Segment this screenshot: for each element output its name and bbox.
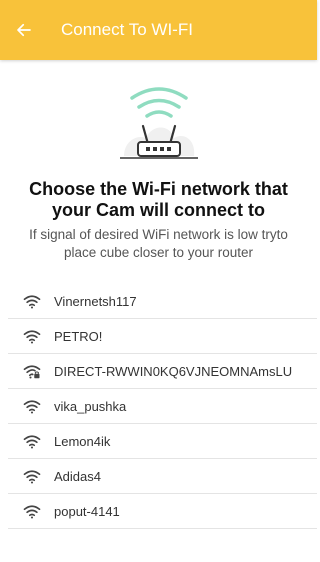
network-ssid: Lemon4ik: [54, 434, 111, 449]
network-item-petro[interactable]: PETRO!: [8, 319, 317, 354]
wifi-icon: [23, 295, 41, 309]
wifi-icon: [23, 400, 41, 414]
network-ssid: Adidas4: [54, 469, 101, 484]
network-item-vika-pushka[interactable]: vika_pushka: [8, 389, 317, 424]
network-item-vinernetsh117[interactable]: Vinernetsh117: [8, 284, 317, 319]
network-list: Vinernetsh117 PETRO! DIRECT-RWWIN0KQ6VJN…: [8, 284, 317, 529]
heading: Choose the Wi-Fi network that your Cam w…: [29, 179, 288, 220]
network-ssid: poput-4141: [54, 504, 120, 519]
network-ssid: Vinernetsh117: [54, 294, 137, 309]
network-item-direct[interactable]: DIRECT-RWWIN0KQ6VJNEOMNAmsLU: [8, 354, 317, 389]
arrow-left-icon: [17, 23, 31, 37]
subtext: If signal of desired WiFi network is low…: [29, 227, 288, 260]
wifi-router-illustration: [118, 84, 200, 164]
wifi-icon: [23, 505, 41, 519]
network-ssid: DIRECT-RWWIN0KQ6VJNEOMNAmsLU: [54, 364, 293, 379]
wifi-icon: [23, 330, 41, 344]
network-ssid: PETRO!: [54, 329, 103, 344]
network-item-poput-4141[interactable]: poput-4141: [8, 494, 317, 529]
page-title: Connect To WI-FI: [61, 20, 193, 39]
back-button[interactable]: [12, 18, 36, 42]
wifi-icon: [23, 435, 41, 449]
network-item-lemon4ik[interactable]: Lemon4ik: [8, 424, 317, 459]
network-item-adidas4[interactable]: Adidas4: [8, 459, 317, 494]
wifi-lock-icon: [23, 365, 41, 379]
wifi-icon: [23, 470, 41, 484]
app-bar: Connect To WI-FI: [0, 0, 317, 60]
network-ssid: vika_pushka: [54, 399, 127, 414]
